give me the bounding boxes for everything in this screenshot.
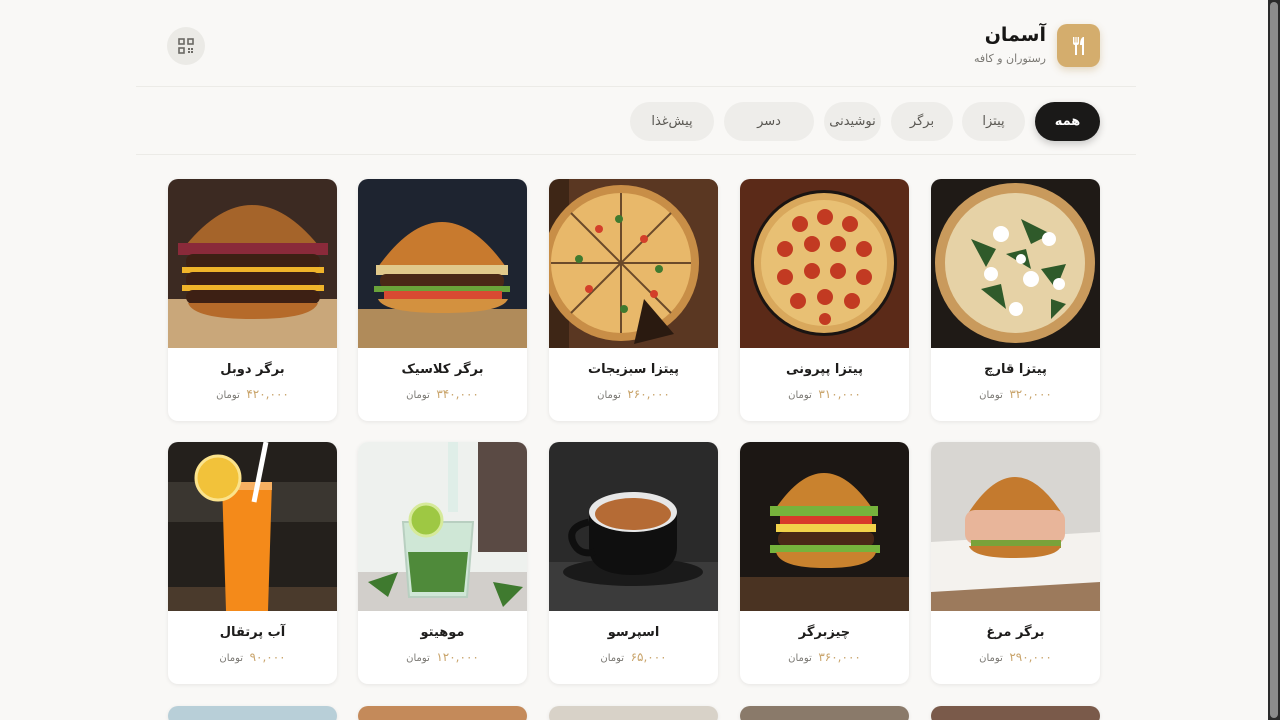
item-price-line: ۱۲۰,۰۰۰ تومان (358, 650, 527, 664)
tab-appetizer[interactable]: پیش‌غذا (630, 102, 714, 141)
menu-item-card[interactable]: چیزبرگر ۳۶۰,۰۰۰ تومان (740, 442, 909, 684)
brand-subtitle: رستوران و کافه (973, 52, 1046, 65)
item-price: ۱۲۰,۰۰۰ (436, 650, 479, 664)
item-price-line: ۳۶۰,۰۰۰ تومان (740, 650, 909, 664)
menu-item-card[interactable]: پیتزا قارچ ۳۲۰,۰۰۰ تومان (931, 179, 1100, 421)
item-name: چیزبرگر (798, 625, 851, 640)
brand-title: آسمان (984, 24, 1046, 46)
menu-item-card[interactable]: اسپرسو ۶۵,۰۰۰ تومان (549, 442, 718, 684)
page-scrollbar[interactable] (1268, 0, 1280, 720)
classic-burger-photo (358, 179, 527, 348)
brand-logo (1057, 24, 1100, 67)
item-currency: تومان (600, 653, 625, 664)
item-currency: تومان (788, 653, 812, 664)
espresso-photo (549, 442, 718, 611)
item-currency: تومان (979, 390, 1003, 401)
item-price-line: ۲۶۰,۰۰۰ تومان (549, 387, 718, 401)
category-tabs: همه پیتزا برگر دسر نوشیدنی پیش‌غذا (136, 88, 1136, 155)
menu-item-card[interactable]: پیتزا سبزیجات ۲۶۰,۰۰۰ تومان (549, 179, 718, 421)
item-price: ۶۵,۰۰۰ (630, 650, 667, 664)
item-price: ۳۲۰,۰۰۰ (1009, 387, 1052, 401)
chicken-burger-photo (931, 442, 1100, 611)
item-currency: تومان (216, 390, 240, 401)
item-name: برگر دوبل (220, 362, 285, 377)
item-price-line: ۶۵,۰۰۰ تومان (549, 650, 718, 664)
tab-all[interactable]: همه (1035, 102, 1100, 141)
item-name: آب پرتقال (219, 625, 286, 640)
item-price: ۹۰,۰۰۰ (249, 650, 286, 664)
item-price-line: ۲۹۰,۰۰۰ تومان (931, 650, 1100, 664)
item-name: اسپرسو (607, 625, 660, 640)
mojito-photo (358, 442, 527, 611)
tab-drinks[interactable]: نوشیدنی (824, 102, 881, 141)
tab-burger[interactable]: برگر (891, 102, 953, 141)
menu-item-card[interactable]: موهیتو ۱۲۰,۰۰۰ تومان (358, 442, 527, 684)
qr-code-icon (178, 38, 194, 54)
menu-item-card[interactable]: آب پرتقال ۹۰,۰۰۰ تومان (168, 442, 337, 684)
double-burger-photo (168, 179, 337, 348)
item-currency: تومان (788, 390, 812, 401)
tab-pizza[interactable]: پیتزا (962, 102, 1025, 141)
cheeseburger-photo (740, 442, 909, 611)
item-price-line: ۳۱۰,۰۰۰ تومان (740, 387, 909, 401)
item-name: پیتزا قارچ (984, 362, 1047, 377)
item-price-line: ۴۲۰,۰۰۰ تومان (168, 387, 337, 401)
item-price-line: ۹۰,۰۰۰ تومان (168, 650, 337, 664)
item-name: برگر کلاسیک (401, 362, 484, 377)
item-name: پیتزا پپرونی (786, 362, 863, 377)
menu-page: آسمان رستوران و کافه همه پیتزا برگر دسر … (0, 0, 1268, 720)
qr-code-button[interactable] (167, 27, 205, 65)
menu-item-card[interactable]: برگر مرغ ۲۹۰,۰۰۰ تومان (931, 442, 1100, 684)
scrollbar-thumb[interactable] (1270, 2, 1278, 718)
item-price-line: ۳۴۰,۰۰۰ تومان (358, 387, 527, 401)
menu-item-card[interactable]: برگر کلاسیک ۳۴۰,۰۰۰ تومان (358, 179, 527, 421)
menu-item-card[interactable] (168, 706, 337, 720)
item-name: پیتزا سبزیجات (588, 362, 679, 377)
menu-item-card[interactable] (549, 706, 718, 720)
pepperoni-pizza-photo (740, 179, 909, 348)
item-price: ۳۴۰,۰۰۰ (436, 387, 479, 401)
veggie-pizza-photo (549, 179, 718, 348)
item-currency: تومان (406, 390, 430, 401)
item-currency: تومان (406, 653, 430, 664)
menu-item-card[interactable] (358, 706, 527, 720)
item-price-line: ۳۲۰,۰۰۰ تومان (931, 387, 1100, 401)
fork-knife-icon (1072, 36, 1084, 55)
menu-item-card[interactable]: پیتزا پپرونی ۳۱۰,۰۰۰ تومان (740, 179, 909, 421)
menu-item-card[interactable] (740, 706, 909, 720)
item-name: برگر مرغ (986, 625, 1045, 640)
item-price: ۲۶۰,۰۰۰ (627, 387, 670, 401)
item-currency: تومان (219, 653, 244, 664)
menu-item-card[interactable]: برگر دوبل ۴۲۰,۰۰۰ تومان (168, 179, 337, 421)
item-price: ۴۲۰,۰۰۰ (246, 387, 289, 401)
tab-dessert[interactable]: دسر (724, 102, 814, 141)
item-name: موهیتو (420, 625, 465, 640)
header: آسمان رستوران و کافه (136, 0, 1136, 87)
item-price: ۳۱۰,۰۰۰ (818, 387, 861, 401)
item-currency: تومان (979, 653, 1003, 664)
menu-item-card[interactable] (931, 706, 1100, 720)
item-price: ۲۹۰,۰۰۰ (1009, 650, 1052, 664)
mushroom-pizza-photo (931, 179, 1100, 348)
item-currency: تومان (597, 390, 621, 401)
orange-juice-photo (168, 442, 337, 611)
item-price: ۳۶۰,۰۰۰ (818, 650, 861, 664)
